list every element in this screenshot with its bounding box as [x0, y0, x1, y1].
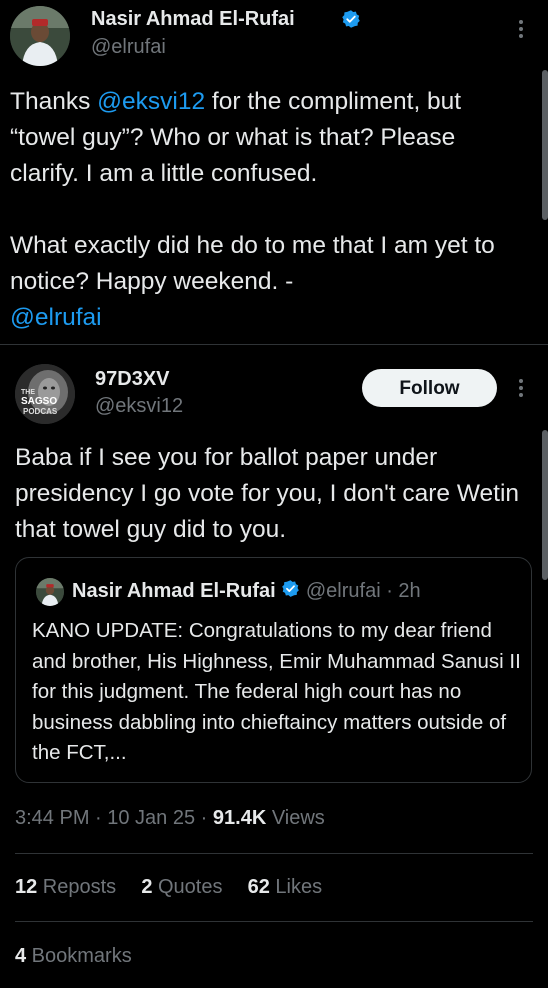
tweet1-author-handle[interactable]: @elrufai [91, 36, 166, 59]
more-options-icon[interactable] [516, 18, 526, 44]
reposts-label: Reposts [37, 876, 117, 898]
stats-divider [15, 853, 533, 854]
tweet2-text: Baba if I see you for ballot paper under… [15, 444, 520, 543]
likes-count: 62 [247, 876, 270, 898]
avatar-text-2: SAGSO [21, 396, 58, 407]
avatar-text-3: PODCAS [23, 407, 58, 416]
verified-badge-icon [281, 579, 300, 604]
tweet1-text: Thanks @eksvi12 for the compliment, but … [10, 84, 515, 336]
stats-divider [15, 921, 533, 922]
quotes-count: 2 [141, 876, 153, 898]
reposts-stat[interactable]: 12 Reposts [15, 876, 116, 898]
views-count: 91.4K [212, 807, 267, 829]
scrollbar-thumb-top[interactable] [542, 70, 548, 220]
avatar-text-1: THE [21, 389, 35, 396]
tweet1-text-part: Thanks [10, 88, 98, 115]
follow-button[interactable]: Follow [362, 369, 497, 407]
bookmarks-label: Bookmarks [26, 945, 132, 967]
quotes-stat[interactable]: 2 Quotes [141, 876, 222, 898]
tweet2-author-handle[interactable]: @eksvi12 [95, 395, 183, 418]
likes-label: Likes [269, 876, 323, 898]
tweet-timestamp-views: 3:44 PM · 10 Jan 25 · 91.4K Views [15, 807, 325, 830]
tweet1-author-name[interactable]: Nasir Ahmad El-Rufai [91, 8, 295, 31]
tweet1-text-part: What exactly did he do to me that I am y… [10, 232, 495, 295]
more-options-icon[interactable] [516, 377, 526, 403]
quoted-text: KANO UPDATE: Congratulations to my dear … [32, 619, 521, 764]
quoted-tweet[interactable]: Nasir Ahmad El-Rufai @elrufai · 2h KANO … [15, 557, 532, 783]
mention-link-eksvi12[interactable]: @eksvi12 [97, 88, 205, 115]
avatar-elrufai[interactable] [10, 6, 70, 66]
tweet2-author-name[interactable]: 97D3XV [95, 368, 170, 391]
avatar-97d3xv[interactable]: THE SAGSO PODCAS [15, 364, 75, 424]
tweet-divider [0, 344, 548, 345]
bookmarks-count: 4 [15, 945, 27, 967]
stats-row: 12 Reposts 2 Quotes 62 Likes [15, 876, 322, 899]
quoted-avatar-elrufai [36, 578, 64, 606]
bookmarks-stat[interactable]: 4 Bookmarks [15, 945, 132, 968]
quotes-label: Quotes [152, 876, 223, 898]
verified-badge-icon [341, 9, 361, 34]
quoted-time: · 2h [386, 579, 421, 602]
quoted-author-name: Nasir Ahmad El-Rufai [72, 579, 276, 602]
quoted-header: Nasir Ahmad El-Rufai @elrufai · 2h [72, 579, 421, 604]
tweet1-paragraph-1: Thanks @eksvi12 for the compliment, but … [10, 84, 515, 192]
reposts-count: 12 [15, 876, 38, 898]
tweet1-paragraph-2: What exactly did he do to me that I am y… [10, 228, 515, 336]
scrollbar-thumb-bottom[interactable] [542, 430, 548, 580]
quoted-author-handle: @elrufai [305, 579, 381, 602]
tweet-timestamp[interactable]: 3:44 PM · 10 Jan 25 · [15, 807, 213, 829]
likes-stat[interactable]: 62 Likes [248, 876, 323, 898]
views-label: Views [266, 807, 325, 829]
mention-link-elrufai[interactable]: @elrufai [10, 304, 102, 331]
